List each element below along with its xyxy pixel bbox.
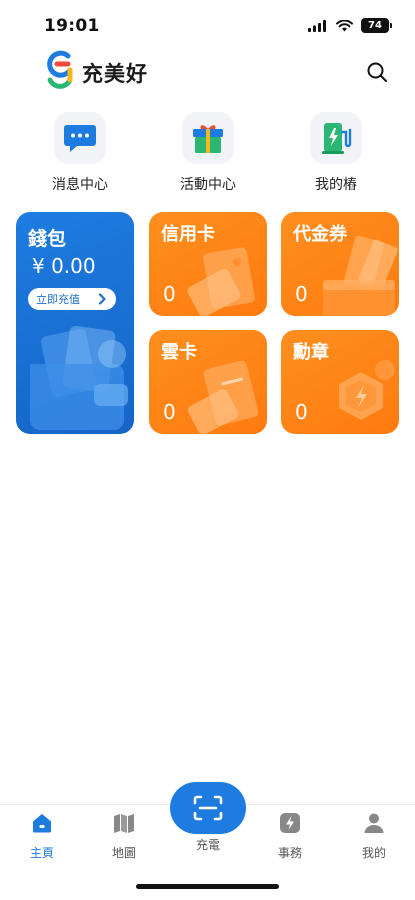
voucher-icon: [323, 235, 398, 316]
medal-icon: [339, 360, 395, 420]
wallet-illustration-icon: [30, 325, 128, 430]
tab-label: 我的: [361, 846, 386, 860]
status-time: 19:01: [44, 16, 100, 36]
battery-indicator: 74: [361, 18, 392, 33]
topup-button[interactable]: 立即充值: [28, 288, 116, 310]
search-icon[interactable]: [365, 60, 389, 84]
bolt-icon: [280, 813, 300, 833]
cloud-card-card[interactable]: 雲卡 0: [149, 330, 267, 434]
quick-action-label: 消息中心: [52, 177, 108, 193]
gift-icon: [193, 125, 223, 153]
quick-action-events[interactable]: 活動中心: [153, 112, 263, 194]
wallet-card[interactable]: 錢包 ¥ 0.00 立即充值: [16, 212, 134, 434]
wifi-icon: [336, 19, 353, 31]
tab-profile[interactable]: 我的: [344, 811, 404, 861]
home-icon: [33, 814, 51, 833]
quick-action-label: 我的樁: [315, 177, 357, 193]
quick-action-messages[interactable]: 消息中心: [25, 112, 135, 194]
wallet-title: 錢包: [28, 228, 67, 250]
quick-icon-box: [54, 112, 106, 164]
badge-count: 0: [295, 400, 308, 424]
tab-label: 充電: [195, 838, 220, 852]
header: 充美好: [0, 48, 415, 96]
credit-card-count: 0: [163, 282, 176, 306]
cloud-card-count: 0: [163, 400, 176, 424]
tab-label: 主頁: [29, 846, 54, 860]
tab-label: 事務: [277, 846, 302, 860]
charging-pile-icon: [322, 123, 352, 154]
tab-affairs[interactable]: 事務: [260, 811, 320, 861]
tab-home[interactable]: 主頁: [12, 811, 72, 861]
map-icon: [114, 814, 134, 833]
quick-icon-box: [310, 112, 362, 164]
status-icons: 74: [308, 18, 392, 33]
brand-name: 充美好: [82, 62, 148, 86]
topup-label: 立即充值: [36, 293, 80, 306]
voucher-count: 0: [295, 282, 308, 306]
quick-action-label: 活動中心: [180, 177, 236, 193]
scan-icon: [193, 795, 223, 821]
quick-actions: 消息中心 活動中心 我的樁: [0, 112, 415, 202]
voucher-card[interactable]: 代金券 0: [281, 212, 399, 316]
brand-logo-icon: [47, 50, 73, 89]
tab-label: 地圖: [111, 846, 136, 860]
cloud-card-icon: [187, 360, 259, 434]
quick-action-my-pile[interactable]: 我的樁: [281, 112, 391, 194]
quick-icon-box: [182, 112, 234, 164]
chevron-right-icon: [98, 293, 106, 305]
badge-card[interactable]: 勳章 0: [281, 330, 399, 434]
charge-scan-button[interactable]: [170, 782, 246, 834]
credit-card-icon: [187, 247, 255, 316]
user-icon: [364, 813, 384, 833]
credit-card-card[interactable]: 信用卡 0: [149, 212, 267, 316]
tab-map[interactable]: 地圖: [94, 811, 154, 861]
wallet-balance: ¥ 0.00: [32, 254, 96, 278]
message-icon: [64, 125, 96, 152]
status-bar: 19:01 74: [0, 0, 415, 50]
signal-icon: [308, 19, 326, 32]
home-indicator: [136, 884, 279, 889]
